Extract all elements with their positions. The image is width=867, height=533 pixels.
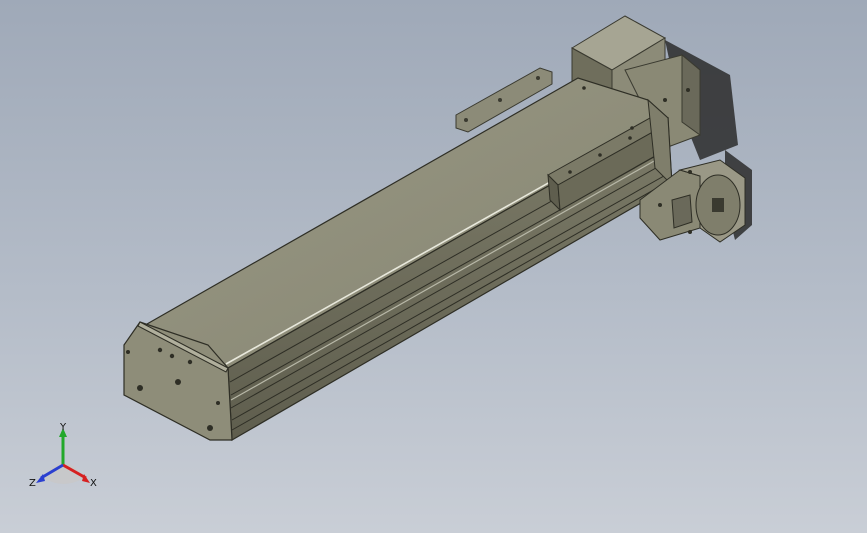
triad-x-label: X <box>90 478 97 489</box>
triad-y-label: Y <box>59 422 67 433</box>
cad-viewport[interactable]: Y X Z <box>0 0 867 533</box>
model-canvas[interactable]: Y X Z <box>0 0 867 533</box>
triad-z-label: Z <box>29 478 36 489</box>
orientation-triad[interactable]: Y X Z <box>29 422 97 489</box>
